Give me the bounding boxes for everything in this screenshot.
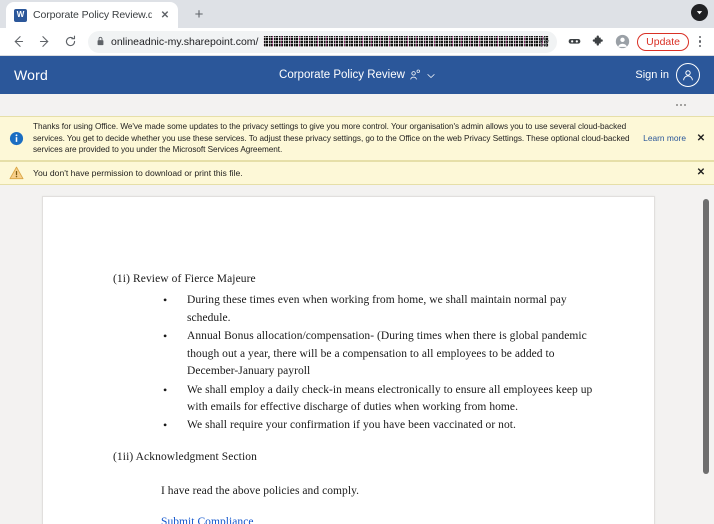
section-heading-2: (1ii) Acknowledgment Section (113, 450, 257, 463)
list-item: We shall require your confirmation if yo… (161, 416, 606, 435)
learn-more-link[interactable]: Learn more (643, 133, 686, 143)
extensions-puzzle-icon[interactable] (587, 31, 609, 53)
policy-bullet-list: During these times even when working fro… (161, 291, 606, 435)
download-chevron-icon[interactable] (691, 4, 708, 21)
star-icon[interactable] (535, 33, 553, 51)
list-item: Annual Bonus allocation/compensation- (D… (161, 327, 606, 380)
update-button[interactable]: Update (637, 32, 689, 51)
word-brand-label[interactable]: Word (14, 67, 48, 83)
tabstrip-right-controls (691, 4, 708, 21)
acknowledgment-statement: I have read the above policies and compl… (161, 485, 360, 498)
kebab-menu-icon[interactable] (692, 31, 708, 53)
warning-triangle-icon (8, 166, 25, 180)
close-icon[interactable]: ✕ (158, 8, 172, 22)
url-redacted-segment (263, 36, 550, 47)
new-tab-button[interactable]: + (186, 1, 212, 27)
privacy-notification-bar: Thanks for using Office. We've made some… (0, 116, 714, 161)
document-body: (1i) Review of Fierce Majeure During the… (43, 197, 654, 524)
close-icon[interactable]: ✕ (694, 167, 708, 178)
profile-avatar-icon[interactable] (611, 31, 633, 53)
sign-in-button[interactable]: Sign in (635, 69, 669, 81)
document-page[interactable]: (1i) Review of Fierce Majeure During the… (42, 195, 655, 524)
tab-title: Corporate Policy Review.do (33, 9, 152, 21)
list-item: We shall employ a daily check-in means e… (161, 381, 606, 417)
section-heading-1: (1i) Review of Fierce Majeure (113, 272, 256, 285)
ellipsis-icon[interactable] (676, 104, 686, 106)
document-canvas: (1i) Review of Fierce Majeure During the… (0, 184, 714, 524)
person-share-icon[interactable] (409, 69, 423, 82)
word-document-icon: W (14, 8, 27, 22)
permission-notification-text: You don't have permission to download or… (33, 167, 243, 178)
page-title: Corporate Policy Review (279, 69, 405, 81)
document-title-group: Corporate Policy Review (0, 66, 714, 84)
reload-icon[interactable] (58, 30, 82, 54)
submit-compliance-link[interactable]: Submit Compliance (161, 516, 254, 524)
tab-strip: W Corporate Policy Review.do ✕ + (0, 0, 714, 28)
chevron-down-icon[interactable] (427, 66, 435, 84)
word-app-header: Word Corporate Policy Review Sign in (0, 56, 714, 94)
info-circle-icon (8, 131, 25, 146)
address-bar[interactable]: onlineadnic-my.sharepoint.com/ (88, 30, 558, 53)
arrow-left-icon[interactable] (6, 30, 30, 54)
permission-notification-bar: You don't have permission to download or… (0, 160, 714, 185)
account-circle-icon[interactable] (676, 63, 700, 87)
browser-toolbar: onlineadnic-my.sharepoint.com/ Update (0, 28, 714, 56)
browser-window: W Corporate Policy Review.do ✕ + onlinea… (0, 0, 714, 524)
privacy-notification-text: Thanks for using Office. We've made some… (33, 122, 630, 155)
word-web-app: Word Corporate Policy Review Sign in Tha… (0, 56, 714, 524)
lock-icon (96, 33, 105, 51)
toolbar-overflow-row (0, 94, 714, 116)
url-text: onlineadnic-my.sharepoint.com/ (111, 35, 259, 48)
arrow-right-icon[interactable] (32, 30, 56, 54)
submit-compliance-row: Submit Compliance (161, 514, 606, 524)
browser-tab[interactable]: W Corporate Policy Review.do ✕ (6, 2, 178, 28)
incognito-mask-icon[interactable] (563, 31, 585, 53)
vertical-scrollbar[interactable] (703, 198, 709, 474)
account-area: Sign in (635, 63, 700, 87)
list-item: During these times even when working fro… (161, 291, 606, 327)
close-icon[interactable]: ✕ (694, 133, 708, 144)
